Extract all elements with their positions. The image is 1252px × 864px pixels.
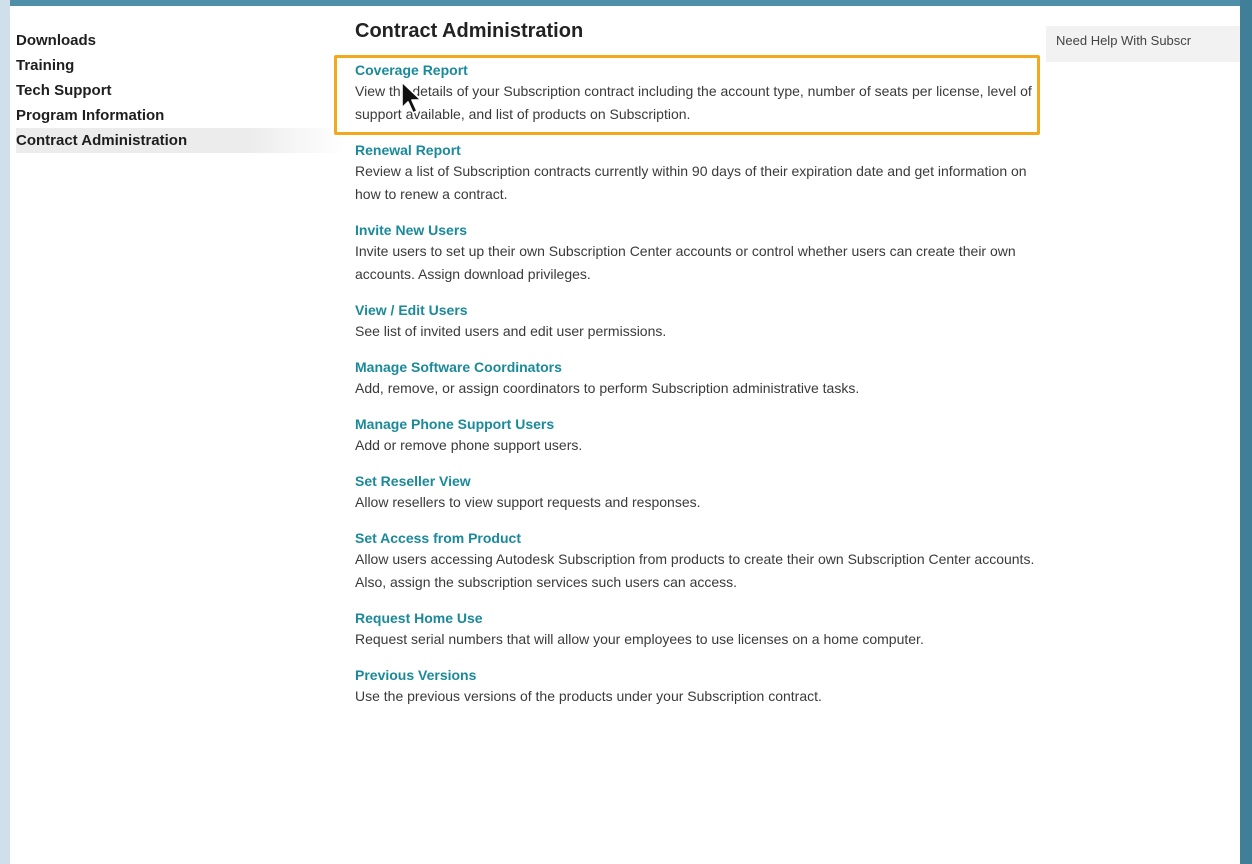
- sidebar-item-program-information[interactable]: Program Information: [16, 103, 346, 128]
- window-frame-right: [1240, 0, 1252, 864]
- sidebar-item-contract-administration[interactable]: Contract Administration: [16, 128, 346, 153]
- mouse-pointer-icon: [401, 81, 422, 114]
- previous-versions-link[interactable]: Previous Versions: [355, 665, 476, 685]
- coverage-report-link[interactable]: Coverage Report: [355, 60, 468, 80]
- section-invite-new-users: Invite New Users Invite users to set up …: [355, 220, 1043, 286]
- sidebar-item-downloads[interactable]: Downloads: [16, 28, 346, 53]
- manage-phone-support-users-link[interactable]: Manage Phone Support Users: [355, 414, 554, 434]
- sidebar-item-tech-support[interactable]: Tech Support: [16, 78, 346, 103]
- coverage-report-description: View the details of your Subscription co…: [355, 83, 1032, 122]
- section-set-reseller-view: Set Reseller View Allow resellers to vie…: [355, 471, 1043, 514]
- set-reseller-view-link[interactable]: Set Reseller View: [355, 471, 471, 491]
- request-home-use-link[interactable]: Request Home Use: [355, 608, 483, 628]
- renewal-report-link[interactable]: Renewal Report: [355, 140, 461, 160]
- section-request-home-use: Request Home Use Request serial numbers …: [355, 608, 1043, 651]
- set-reseller-view-description: Allow resellers to view support requests…: [355, 494, 701, 510]
- sidebar-nav: Downloads Training Tech Support Program …: [16, 28, 346, 153]
- window-frame-top: [0, 0, 1252, 6]
- invite-new-users-link[interactable]: Invite New Users: [355, 220, 467, 240]
- invite-new-users-description: Invite users to set up their own Subscri…: [355, 243, 1016, 282]
- manage-software-coordinators-description: Add, remove, or assign coordinators to p…: [355, 380, 860, 396]
- need-help-button[interactable]: Need Help With Subscr: [1046, 26, 1240, 62]
- page-title: Contract Administration: [355, 20, 584, 42]
- section-renewal-report: Renewal Report Review a list of Subscrip…: [355, 140, 1043, 206]
- section-manage-phone-support-users: Manage Phone Support Users Add or remove…: [355, 414, 1043, 457]
- manage-phone-support-users-description: Add or remove phone support users.: [355, 437, 583, 453]
- request-home-use-description: Request serial numbers that will allow y…: [355, 631, 924, 647]
- section-manage-software-coordinators: Manage Software Coordinators Add, remove…: [355, 357, 1043, 400]
- section-coverage-report: Coverage Report View the details of your…: [355, 60, 1043, 126]
- sidebar-item-training[interactable]: Training: [16, 53, 346, 78]
- section-set-access-from-product: Set Access from Product Allow users acce…: [355, 528, 1043, 594]
- main-content: Contract Administration Coverage Report …: [353, 18, 1043, 722]
- set-access-from-product-description: Allow users accessing Autodesk Subscript…: [355, 551, 1035, 590]
- window-frame-left: [0, 0, 10, 864]
- manage-software-coordinators-link[interactable]: Manage Software Coordinators: [355, 357, 562, 377]
- section-previous-versions: Previous Versions Use the previous versi…: [355, 665, 1043, 708]
- renewal-report-description: Review a list of Subscription contracts …: [355, 163, 1027, 202]
- previous-versions-description: Use the previous versions of the product…: [355, 688, 822, 704]
- view-edit-users-description: See list of invited users and edit user …: [355, 323, 667, 339]
- set-access-from-product-link[interactable]: Set Access from Product: [355, 528, 521, 548]
- view-edit-users-link[interactable]: View / Edit Users: [355, 300, 468, 320]
- section-view-edit-users: View / Edit Users See list of invited us…: [355, 300, 1043, 343]
